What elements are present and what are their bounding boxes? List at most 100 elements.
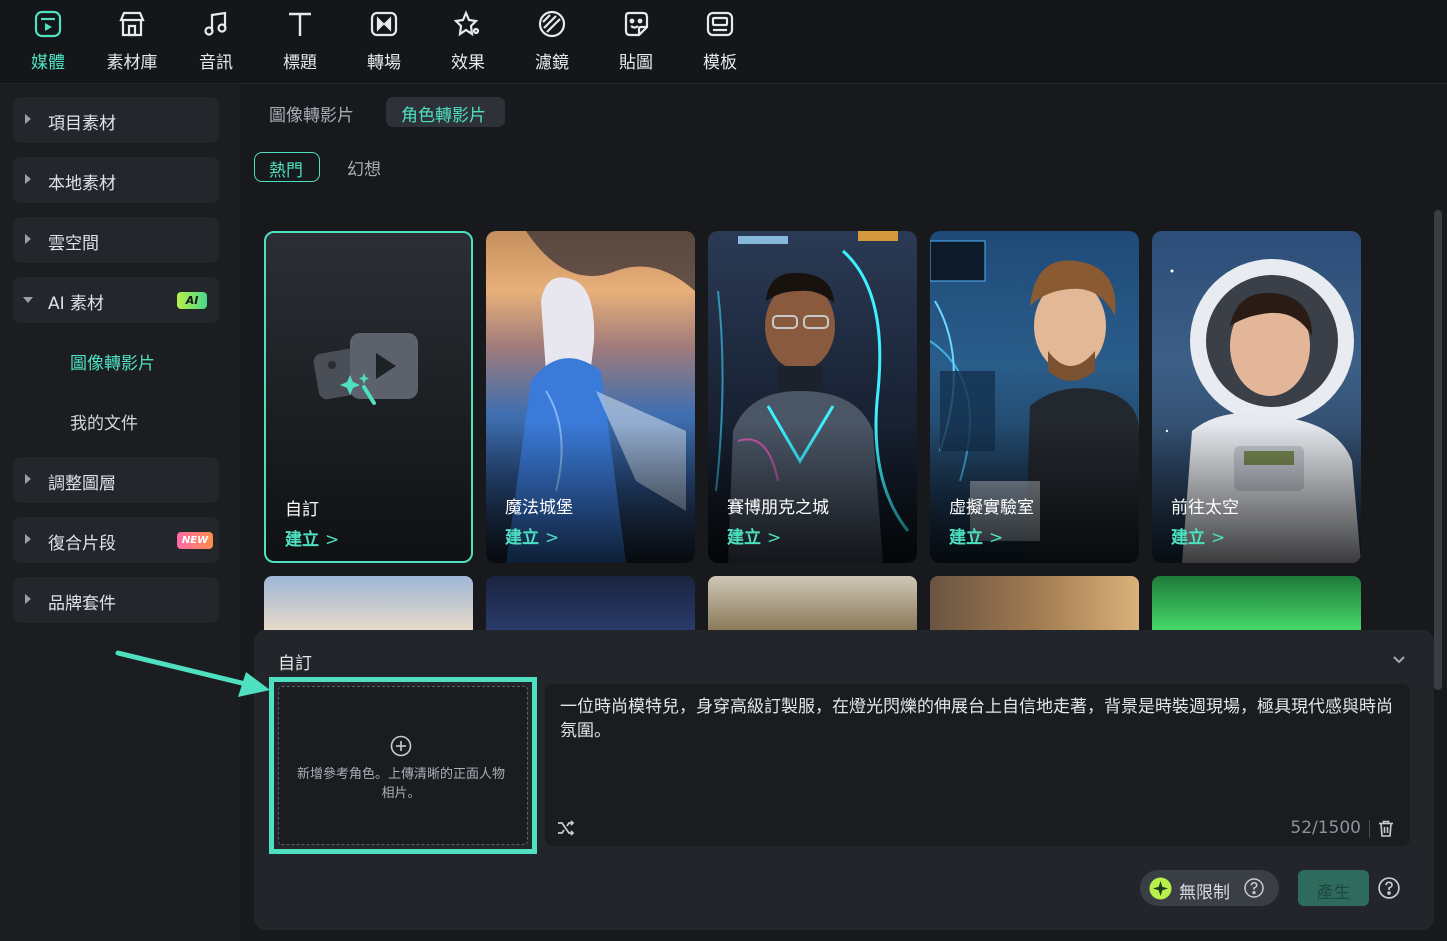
toolbar-titles-label: 標題 <box>283 53 317 73</box>
toolbar-store[interactable]: 素材庫 <box>90 0 174 84</box>
help-icon[interactable] <box>1378 877 1400 899</box>
card-title: 自訂 <box>285 500 319 520</box>
filter-popular[interactable]: 熱門 <box>254 152 320 182</box>
store-icon <box>119 11 145 37</box>
toolbar-audio[interactable]: 音訊 <box>174 0 258 84</box>
unlimited-label: 無限制 <box>1179 883 1230 903</box>
add-circle-icon <box>390 735 412 757</box>
card-create-link[interactable]: 建立 > <box>727 523 781 548</box>
template-card-go-to-space[interactable]: 前往太空 建立 > <box>1152 231 1361 563</box>
shuffle-icon[interactable] <box>557 820 575 836</box>
toolbar-filters[interactable]: 濾鏡 <box>510 0 594 84</box>
tab-character-to-video[interactable]: 角色轉影片 <box>386 97 505 127</box>
new-badge: NEW <box>177 532 213 549</box>
transition-icon <box>370 11 398 37</box>
ai-badge: AI <box>177 292 207 309</box>
upload-hint: 新增參考角色。上傳清晰的正面人物相片。 <box>297 767 506 801</box>
tab-image-to-video[interactable]: 圖像轉影片 <box>269 101 354 126</box>
media-icon <box>34 10 62 38</box>
caret-right-icon <box>25 114 31 124</box>
toolbar-stickers[interactable]: 貼圖 <box>594 0 678 84</box>
template-card-row2-3[interactable] <box>708 576 917 630</box>
sidebar: 項目素材 本地素材 雲空間 AI 素材 AI 圖像轉影片 我的文件 調整圖層 復… <box>0 85 240 941</box>
card-create-link[interactable]: 建立 > <box>505 523 559 548</box>
template-card-custom[interactable]: 自訂 建立 > <box>264 231 473 563</box>
filter-popular-label: 熱門 <box>269 161 303 181</box>
sidebar-item-ai-assets[interactable]: AI 素材 AI <box>13 277 219 323</box>
sidebar-item-cloud[interactable]: 雲空間 <box>13 217 219 263</box>
sidebar-item-label: 項目素材 <box>48 114 116 134</box>
sidebar-item-label: 品牌套件 <box>48 594 116 614</box>
template-card-cyberpunk-city[interactable]: 賽博朋克之城 建立 > <box>708 231 917 563</box>
filter-icon <box>538 10 566 38</box>
card-title: 賽博朋克之城 <box>727 498 829 518</box>
sidebar-item-project[interactable]: 項目素材 <box>13 97 219 143</box>
toolbar-titles[interactable]: 標題 <box>258 0 342 84</box>
filter-fantasy[interactable]: 幻想 <box>347 155 381 180</box>
generate-label: 產生 <box>1316 883 1351 903</box>
app-window: 媒體 素材庫 音訊 標題 轉場 效果 濾鏡 貼圖 模板 項目素材 本地素材 雲空… <box>0 0 1447 941</box>
sidebar-item-brand-kit[interactable]: 品牌套件 <box>13 577 219 623</box>
caret-down-icon <box>23 297 33 303</box>
top-toolbar: 媒體 素材庫 音訊 標題 轉場 效果 濾鏡 貼圖 模板 <box>0 0 1447 84</box>
upload-reference-box[interactable]: 新增參考角色。上傳清晰的正面人物相片。 <box>269 677 537 854</box>
caret-right-icon <box>25 174 31 184</box>
card-create-link[interactable]: 建立 > <box>1171 523 1225 548</box>
toolbar-templates-label: 模板 <box>703 53 737 73</box>
template-card-row2-2[interactable] <box>486 576 695 630</box>
prompt-textarea[interactable]: 一位時尚模特兒，身穿高級訂製服，在燈光閃爍的伸展台上自信地走著，背景是時裝週現場… <box>545 684 1410 846</box>
sidebar-item-label: AI 素材 <box>48 294 105 314</box>
sidebar-sub-my-files[interactable]: 我的文件 <box>70 409 138 434</box>
sparkle-credit-icon <box>1149 877 1172 900</box>
unlimited-button[interactable]: 無限制 <box>1140 870 1279 906</box>
card-title: 魔法城堡 <box>505 498 573 518</box>
sidebar-item-label: 調整圖層 <box>48 474 116 494</box>
card-create-link[interactable]: 建立 > <box>949 523 1003 548</box>
template-card-row2-1[interactable] <box>264 576 473 630</box>
sidebar-sub-image-to-video[interactable]: 圖像轉影片 <box>70 349 155 374</box>
sticker-icon <box>624 11 649 37</box>
toolbar-audio-label: 音訊 <box>199 53 233 73</box>
trash-icon[interactable] <box>1378 820 1394 837</box>
annotation-arrow-icon <box>115 650 270 697</box>
toolbar-transitions[interactable]: 轉場 <box>342 0 426 84</box>
card-title: 虛擬實驗室 <box>949 498 1034 518</box>
sidebar-item-label: 本地素材 <box>48 174 116 194</box>
sidebar-item-compound-clip[interactable]: 復合片段 NEW <box>13 517 219 563</box>
effects-star-icon <box>454 10 480 37</box>
divider <box>1369 820 1370 838</box>
caret-right-icon <box>25 594 31 604</box>
toolbar-effects-label: 效果 <box>451 53 485 73</box>
sidebar-item-adjustment-layer[interactable]: 調整圖層 <box>13 457 219 503</box>
toolbar-stickers-label: 貼圖 <box>619 53 653 73</box>
card-create-link[interactable]: 建立 > <box>285 525 339 550</box>
generate-button[interactable]: 產生 <box>1298 870 1369 906</box>
chevron-down-icon[interactable] <box>1392 655 1406 665</box>
template-icon <box>706 11 734 37</box>
image-to-video-icon <box>313 333 418 405</box>
caret-right-icon <box>25 234 31 244</box>
scrollbar[interactable] <box>1434 210 1442 690</box>
caret-right-icon <box>25 534 31 544</box>
template-card-virtual-lab[interactable]: 虛擬實驗室 建立 > <box>930 231 1139 563</box>
template-card-row2-4[interactable] <box>930 576 1139 630</box>
toolbar-transitions-label: 轉場 <box>367 53 401 73</box>
toolbar-effects[interactable]: 效果 <box>426 0 510 84</box>
sidebar-item-label: 雲空間 <box>48 234 99 254</box>
prompt-text: 一位時尚模特兒，身穿高級訂製服，在燈光閃爍的伸展台上自信地走著，背景是時裝週現場… <box>560 697 1393 741</box>
toolbar-filters-label: 濾鏡 <box>535 53 569 73</box>
sidebar-item-label: 復合片段 <box>48 534 116 554</box>
card-title: 前往太空 <box>1171 498 1239 518</box>
toolbar-store-label: 素材庫 <box>106 53 158 73</box>
toolbar-templates[interactable]: 模板 <box>678 0 762 84</box>
panel-title: 自訂 <box>278 654 312 674</box>
tab-character-to-video-label: 角色轉影片 <box>401 106 486 126</box>
template-card-magic-castle[interactable]: 魔法城堡 建立 > <box>486 231 695 563</box>
caret-right-icon <box>25 474 31 484</box>
sidebar-item-local[interactable]: 本地素材 <box>13 157 219 203</box>
text-t-icon <box>289 12 311 36</box>
template-card-row2-5[interactable] <box>1152 576 1361 630</box>
music-note-icon <box>204 11 227 36</box>
toolbar-media[interactable]: 媒體 <box>6 0 90 84</box>
help-icon[interactable] <box>1244 878 1264 898</box>
